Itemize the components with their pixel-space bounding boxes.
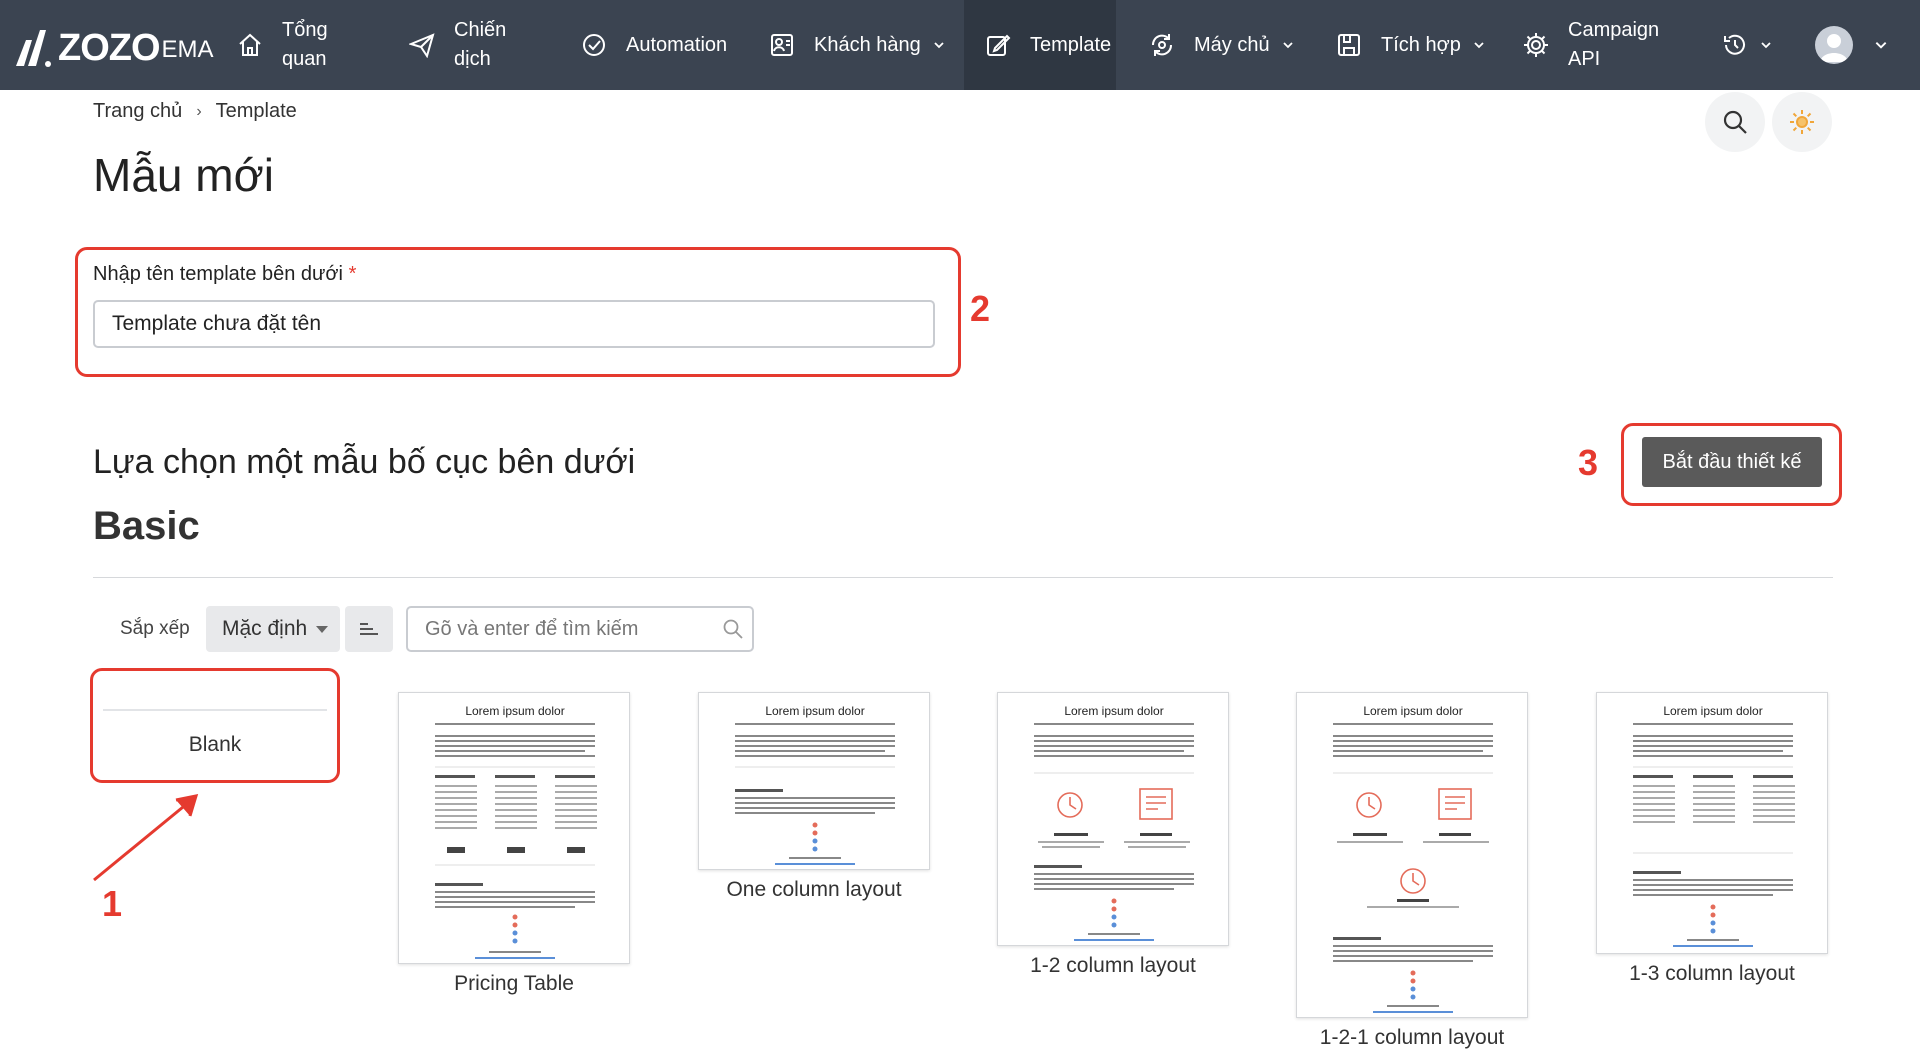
divider: [93, 577, 1833, 578]
template-card-label: One column layout: [726, 878, 902, 901]
svg-text:Lorem ipsum dolor: Lorem ipsum dolor: [1663, 704, 1762, 718]
gear-icon: [1522, 31, 1550, 59]
search-button[interactable]: [1705, 92, 1765, 152]
page-title: Mẫu mới: [93, 149, 274, 201]
callout-arrow-1: [88, 790, 208, 890]
chevron-down-icon: [1282, 39, 1294, 51]
nav-item-campaign-api[interactable]: Campaign API: [1522, 0, 1659, 90]
breadcrumb-current: Template: [215, 100, 297, 122]
user-avatar-icon[interactable]: [1815, 26, 1853, 64]
caret-down-icon: [316, 626, 328, 633]
svg-text:Lorem ipsum dolor: Lorem ipsum dolor: [1363, 704, 1462, 718]
nav-label: Automation: [626, 33, 728, 56]
required-mark: *: [348, 263, 357, 285]
template-card-label: Blank: [188, 733, 242, 756]
template-card-pricing-table[interactable]: Lorem ipsum dolor Pricing Table: [398, 692, 630, 1002]
template-card-one-column[interactable]: Lorem ipsum dolor One column layout: [698, 692, 930, 912]
template-name-label: Nhập tên template bên dưới *: [93, 263, 357, 285]
nav-label: Campaign API: [1568, 19, 1660, 70]
category-title: Basic: [93, 504, 200, 548]
template-card-1-2-column[interactable]: Lorem ipsum dolor 1-2 column layout: [997, 692, 1229, 982]
sort-order-button[interactable]: [345, 606, 393, 652]
breadcrumb-home-link[interactable]: Trang chủ: [93, 100, 182, 123]
callout-number-1: 1: [102, 883, 123, 924]
breadcrumb: Trang chủ › Template: [93, 100, 297, 123]
blank-preview-line: [103, 709, 327, 711]
history-button[interactable]: [1722, 28, 1782, 62]
sort-select-value: Mặc định: [222, 617, 308, 640]
template-thumbnail: Lorem ipsum dolor: [1296, 692, 1528, 1018]
template-thumbnail: Lorem ipsum dolor: [398, 692, 630, 964]
chevron-down-icon: [1760, 39, 1772, 51]
theme-toggle-button[interactable]: [1772, 92, 1832, 152]
nav-label: Máy chủ: [1194, 33, 1270, 56]
nav-item-may-chu[interactable]: Máy chủ: [1148, 0, 1294, 90]
nav-item-template[interactable]: Template: [964, 0, 1116, 90]
callout-number-2: 2: [970, 288, 991, 329]
logo-subtext: EMA: [161, 36, 214, 63]
top-nav: ZOZO EMA Tổng quan Chiến dịch Automation K…: [0, 0, 1920, 90]
nav-label: Tích hợp: [1381, 33, 1461, 56]
template-card-1-2-1-column[interactable]: Lorem ipsum dolor 1-2-1 column layout: [1296, 692, 1528, 1049]
nav-item-chien-dich[interactable]: Chiến dịch: [408, 0, 506, 90]
template-name-input[interactable]: [93, 300, 935, 348]
template-thumbnail: Lorem ipsum dolor: [698, 692, 930, 870]
chevron-down-icon: [1473, 39, 1485, 51]
sort-lines-icon: [358, 619, 380, 639]
template-search-input[interactable]: [408, 608, 708, 650]
nav-label: Template: [1030, 33, 1112, 56]
nav-item-tich-hop[interactable]: Tích hợp: [1335, 0, 1485, 90]
logo-text: ZOZO: [58, 27, 161, 69]
check-circle-icon: [580, 31, 608, 59]
server-sync-icon: [1148, 31, 1176, 59]
nav-item-automation[interactable]: Automation: [580, 0, 727, 90]
search-icon: [1721, 108, 1749, 136]
nav-item-khach-hang[interactable]: Khách hàng: [768, 0, 945, 90]
template-thumbnail: Lorem ipsum dolor: [997, 692, 1229, 946]
chevron-down-icon[interactable]: [1874, 38, 1888, 52]
template-card-label: 1-2 column layout: [1030, 954, 1196, 977]
callout-number-3: 3: [1578, 442, 1599, 483]
edit-icon: [984, 31, 1012, 59]
paper-plane-icon: [408, 31, 436, 59]
template-card-1-3-column[interactable]: Lorem ipsum dolor 1-3 column layout: [1596, 692, 1828, 992]
contacts-icon: [768, 31, 796, 59]
breadcrumb-separator: ›: [196, 102, 202, 120]
chevron-down-icon: [933, 39, 945, 51]
nav-label: Chiến dịch: [454, 19, 507, 70]
history-icon: [1722, 32, 1748, 58]
nav-label: Tổng quan: [282, 19, 328, 70]
sort-select[interactable]: Mặc định: [206, 606, 340, 652]
svg-text:Lorem ipsum dolor: Lorem ipsum dolor: [765, 704, 864, 718]
nav-label: Khách hàng: [814, 33, 921, 56]
start-design-button[interactable]: Bắt đầu thiết kế: [1642, 437, 1822, 487]
logo-mark-icon: [12, 26, 56, 70]
integration-icon: [1335, 31, 1363, 59]
search-icon[interactable]: [722, 618, 744, 640]
zozo-ema-logo[interactable]: ZOZO EMA: [12, 22, 214, 70]
template-card-label: Pricing Table: [454, 972, 574, 995]
sort-label: Sắp xếp: [120, 618, 190, 639]
template-card-blank[interactable]: Blank: [90, 668, 340, 783]
home-icon: [236, 31, 264, 59]
nav-item-tong-quan[interactable]: Tổng quan: [236, 0, 328, 90]
template-card-label: 1-3 column layout: [1629, 962, 1795, 985]
layout-section-title: Lựa chọn một mẫu bố cục bên dưới: [93, 443, 636, 481]
template-search-box: [406, 606, 754, 652]
svg-text:Lorem ipsum dolor: Lorem ipsum dolor: [1064, 704, 1163, 718]
template-thumbnail: Lorem ipsum dolor: [1596, 692, 1828, 954]
template-card-label: 1-2-1 column layout: [1319, 1026, 1505, 1049]
svg-text:Lorem ipsum dolor: Lorem ipsum dolor: [465, 704, 564, 718]
sun-icon: [1788, 108, 1816, 136]
